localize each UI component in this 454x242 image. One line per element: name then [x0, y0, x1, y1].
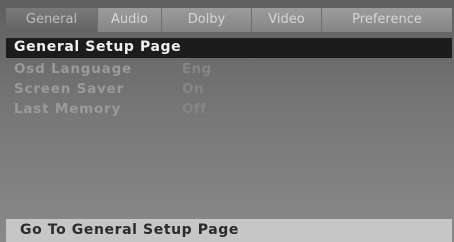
setup-tabs: General Audio Dolby Video Preference: [6, 8, 452, 32]
setup-menu-screen: General Audio Dolby Video Preference Gen…: [0, 0, 454, 242]
setting-label: Screen Saver: [14, 81, 125, 97]
setting-value[interactable]: Eng: [182, 61, 212, 77]
status-bar: Go To General Setup Page: [6, 219, 452, 242]
setting-osd-language[interactable]: Osd Language Eng: [6, 60, 452, 80]
tab-preference[interactable]: Preference: [322, 8, 452, 32]
setting-screen-saver[interactable]: Screen Saver On: [6, 80, 452, 100]
settings-list: Osd Language Eng Screen Saver On Last Me…: [6, 60, 452, 120]
page-title: General Setup Page: [14, 39, 182, 55]
setting-last-memory[interactable]: Last Memory Off: [6, 100, 452, 120]
page-title-bar: General Setup Page: [6, 38, 452, 58]
setting-label: Osd Language: [14, 61, 133, 77]
setting-value[interactable]: Off: [182, 101, 206, 117]
setting-label: Last Memory: [14, 101, 122, 117]
tab-video[interactable]: Video: [252, 8, 322, 32]
status-text: Go To General Setup Page: [20, 222, 240, 238]
setting-value[interactable]: On: [182, 81, 204, 97]
tab-audio[interactable]: Audio: [98, 8, 162, 32]
tab-dolby[interactable]: Dolby: [162, 8, 252, 32]
tab-general[interactable]: General: [6, 8, 98, 32]
